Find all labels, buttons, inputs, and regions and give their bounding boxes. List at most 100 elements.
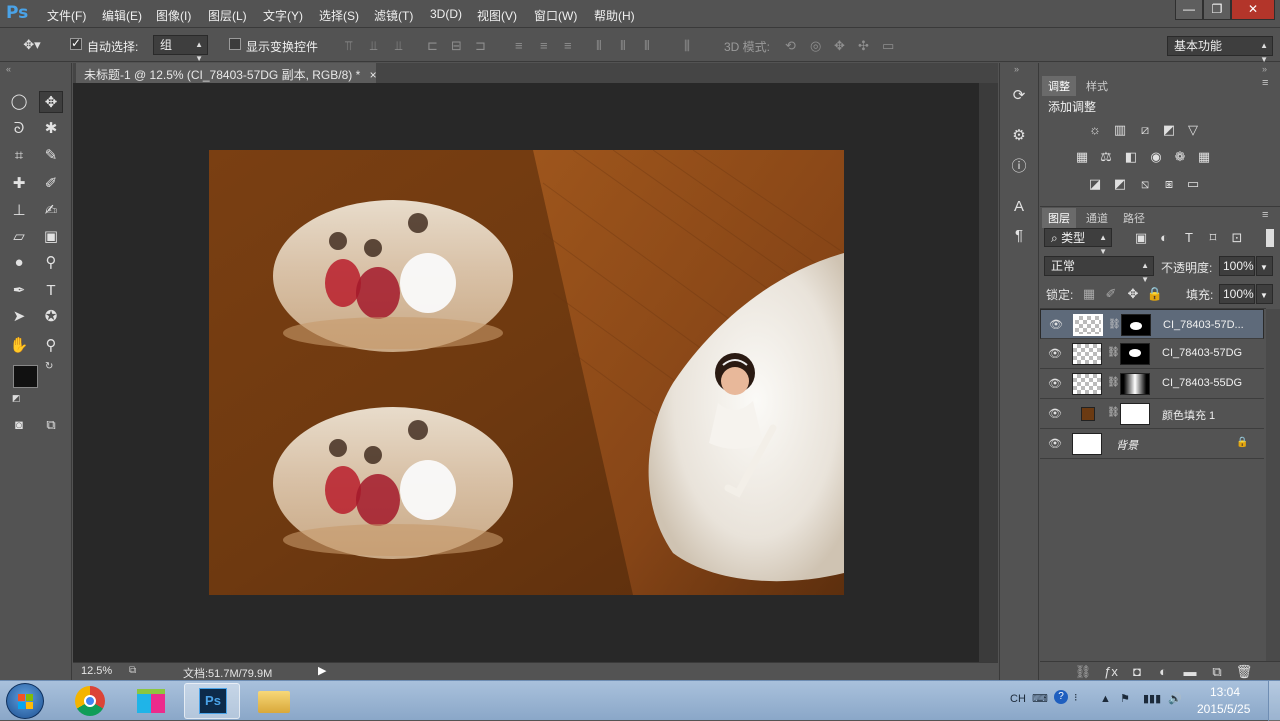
- new-group-icon[interactable]: ▬: [1181, 665, 1199, 679]
- align-vcenter-icon[interactable]: ⫫: [370, 38, 377, 54]
- mask-link-icon[interactable]: ⛓: [1107, 377, 1120, 388]
- layer-style-fx-icon[interactable]: ƒx: [1102, 665, 1120, 679]
- chrome-taskbar-button[interactable]: [62, 683, 118, 719]
- layer-name[interactable]: CI_78403-57D...: [1163, 318, 1244, 332]
- color-balance-icon[interactable]: ⚖: [1097, 150, 1115, 164]
- visibility-eye-icon[interactable]: 👁: [1048, 377, 1062, 390]
- healing-brush-tool-icon[interactable]: ✚: [7, 173, 31, 195]
- lock-position-icon[interactable]: ✥: [1124, 287, 1142, 301]
- adjustments-panel-menu-icon[interactable]: ≡: [1262, 77, 1268, 89]
- document-tab[interactable]: 未标题-1 @ 12.5% (CI_78403-57DG 副本, RGB/8) …: [76, 63, 377, 83]
- fill-slider-button[interactable]: ▼: [1256, 284, 1273, 304]
- 3d-drag-icon[interactable]: ✥: [834, 38, 845, 54]
- vibrance-icon[interactable]: ▽: [1184, 123, 1202, 137]
- paragraph-panel-icon[interactable]: ¶: [1007, 225, 1031, 247]
- crop-tool-icon[interactable]: ⌗: [7, 145, 31, 167]
- menu-window[interactable]: 窗口(W): [534, 7, 577, 24]
- vertical-scrollbar[interactable]: [979, 83, 998, 662]
- show-transform-checkbox[interactable]: [229, 38, 241, 50]
- levels-icon[interactable]: ▥: [1111, 123, 1129, 137]
- auto-align-icon[interactable]: ⫼: [684, 38, 690, 54]
- fill-color-swatch[interactable]: [1081, 407, 1095, 421]
- minimize-button[interactable]: —: [1175, 0, 1203, 20]
- menu-file[interactable]: 文件(F): [47, 7, 86, 24]
- layer-row[interactable]: 👁 ⛓ CI_78403-55DG: [1040, 369, 1264, 399]
- actions-panel-icon[interactable]: ⚙: [1007, 125, 1031, 147]
- align-right-icon[interactable]: ⊐: [475, 38, 486, 54]
- menu-help[interactable]: 帮助(H): [594, 7, 635, 24]
- hue-saturation-icon[interactable]: ▦: [1073, 150, 1091, 164]
- help-icon[interactable]: ?: [1054, 690, 1068, 704]
- lock-image-icon[interactable]: ✐: [1102, 287, 1120, 301]
- brush-tool-icon[interactable]: ✐: [39, 173, 63, 195]
- move-tool-icon[interactable]: ✥: [39, 91, 63, 113]
- eyedropper-tool-icon[interactable]: ✎: [39, 145, 63, 167]
- magic-wand-tool-icon[interactable]: ✱: [39, 118, 63, 140]
- quick-mask-icon[interactable]: ◙: [7, 414, 31, 436]
- tab-adjustments[interactable]: 调整: [1042, 76, 1076, 96]
- start-button[interactable]: [6, 683, 44, 719]
- filter-type-icon[interactable]: T: [1180, 231, 1198, 245]
- layer-mask-thumbnail[interactable]: [1121, 314, 1151, 336]
- document-canvas[interactable]: [73, 83, 979, 662]
- visibility-eye-icon[interactable]: 👁: [1048, 437, 1062, 450]
- align-bottom-icon[interactable]: ⫫: [395, 38, 402, 54]
- link-layers-icon[interactable]: ⛓: [1074, 665, 1092, 679]
- curves-icon[interactable]: ⧄: [1136, 123, 1154, 137]
- clone-stamp-tool-icon[interactable]: ⊥: [7, 200, 31, 222]
- explorer-taskbar-button[interactable]: [246, 683, 302, 719]
- workspace-dropdown[interactable]: 基本功能 ▲ ▼: [1167, 36, 1273, 64]
- tab-styles[interactable]: 样式: [1080, 76, 1114, 96]
- layer-row[interactable]: 👁 ⛓ 颜色填充 1: [1040, 399, 1264, 429]
- visibility-eye-icon[interactable]: 👁: [1048, 347, 1062, 360]
- mask-link-icon[interactable]: ⛓: [1107, 347, 1120, 358]
- eraser-tool-icon[interactable]: ▱: [7, 226, 31, 248]
- menu-view[interactable]: 视图(V): [477, 7, 517, 24]
- status-export-icon[interactable]: ⧉: [129, 665, 136, 676]
- posterize-icon[interactable]: ◩: [1111, 177, 1129, 191]
- layer-mask-thumbnail[interactable]: [1120, 373, 1150, 395]
- filter-adjustment-icon[interactable]: ◐: [1155, 231, 1173, 245]
- path-selection-tool-icon[interactable]: ➤: [7, 306, 31, 328]
- show-hidden-icons-icon[interactable]: ▲: [1100, 693, 1111, 705]
- menu-image[interactable]: 图像(I): [156, 7, 191, 24]
- menu-filter[interactable]: 滤镜(T): [374, 7, 413, 24]
- add-mask-icon[interactable]: ◘: [1128, 665, 1146, 679]
- auto-select-dropdown[interactable]: 组 ▲ ▼: [153, 35, 208, 63]
- pen-tool-icon[interactable]: ✒: [7, 280, 31, 302]
- tab-channels[interactable]: 通道: [1080, 208, 1114, 228]
- layer-row[interactable]: 👁 背景 🔒: [1040, 429, 1264, 459]
- visibility-eye-icon[interactable]: 👁: [1049, 318, 1063, 332]
- layer-mask-thumbnail[interactable]: [1120, 403, 1150, 425]
- menu-3d[interactable]: 3D(D): [430, 7, 462, 21]
- app-taskbar-button[interactable]: [123, 683, 179, 719]
- mask-link-icon[interactable]: ⛓: [1107, 407, 1120, 418]
- distribute-hcenter-icon[interactable]: ⦀: [620, 38, 626, 54]
- filter-toggle-switch[interactable]: [1266, 229, 1274, 247]
- tab-paths[interactable]: 路径: [1117, 208, 1151, 228]
- distribute-right-icon[interactable]: ⦀: [644, 38, 650, 54]
- 3d-scale-icon[interactable]: ▭: [882, 38, 894, 54]
- ime-menu-icon[interactable]: ⁝: [1074, 691, 1078, 704]
- layers-scrollbar[interactable]: [1266, 309, 1280, 664]
- auto-select-checkbox[interactable]: [70, 36, 82, 50]
- align-hcenter-icon[interactable]: ⊟: [451, 38, 462, 54]
- threshold-icon[interactable]: ⧅: [1136, 177, 1154, 191]
- blur-tool-icon[interactable]: ●: [7, 252, 31, 274]
- status-menu-arrow-icon[interactable]: ▶: [318, 664, 326, 677]
- foreground-color-swatch[interactable]: [13, 365, 38, 388]
- expand-panels-icon[interactable]: »: [1014, 64, 1019, 74]
- opacity-slider-button[interactable]: ▼: [1256, 256, 1273, 276]
- gradient-map-icon[interactable]: ▭: [1184, 177, 1202, 191]
- distribute-top-icon[interactable]: ≡: [515, 38, 523, 54]
- blend-mode-dropdown[interactable]: 正常 ▲ ▼: [1044, 256, 1154, 284]
- history-panel-icon[interactable]: ⟳: [1007, 85, 1031, 107]
- close-button[interactable]: ✕: [1231, 0, 1275, 20]
- align-left-icon[interactable]: ⊏: [427, 38, 438, 54]
- zoom-tool-icon[interactable]: ⚲: [39, 335, 63, 357]
- filter-pixel-icon[interactable]: ▣: [1132, 231, 1150, 245]
- network-icon[interactable]: ▮▮▮: [1143, 692, 1161, 705]
- 3d-slide-icon[interactable]: ✣: [858, 38, 869, 54]
- tab-layers[interactable]: 图层: [1042, 208, 1076, 228]
- selective-color-icon[interactable]: ⧆: [1160, 177, 1178, 191]
